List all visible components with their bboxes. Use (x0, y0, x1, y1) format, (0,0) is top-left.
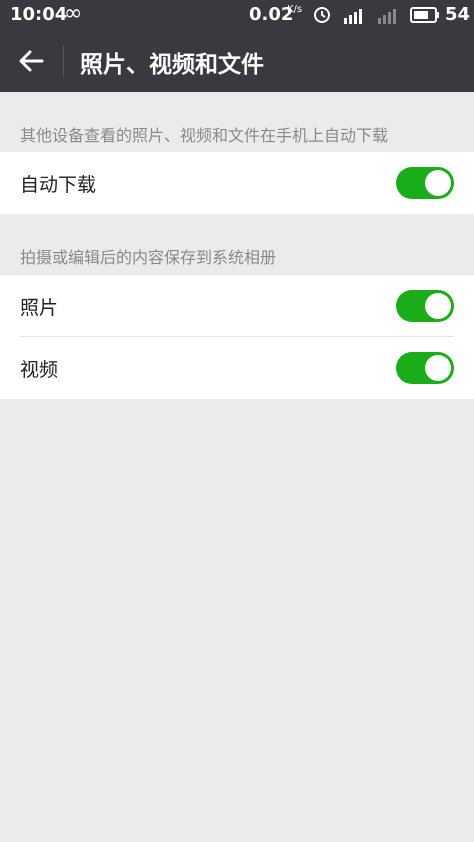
section-header-save-to-album: 拍摄或编辑后的内容保存到系统相册 (20, 248, 277, 267)
toggle-knob (425, 355, 451, 381)
network-speed-unit: K/s (287, 4, 303, 15)
row-label: 视频 (20, 359, 59, 381)
page-title: 照片、视频和文件 (80, 52, 264, 78)
infinity-icon: ∞ (64, 1, 83, 26)
status-bar: 10:04 ∞ 0.02 K/s 54 (0, 0, 474, 30)
row-label: 自动下载 (20, 174, 97, 196)
alarm-icon (314, 7, 330, 23)
section-header-auto-download: 其他设备查看的照片、视频和文件在手机上自动下载 (20, 126, 389, 145)
status-time: 10:04 (10, 4, 68, 25)
row-label: 照片 (20, 297, 59, 319)
settings-row-photos[interactable]: 照片 (0, 275, 474, 337)
battery-level: 54 (445, 4, 471, 25)
toggle-knob (425, 293, 451, 319)
battery-icon (410, 7, 439, 23)
videos-toggle[interactable] (396, 352, 454, 384)
title-bar: 照片、视频和文件 (0, 30, 474, 92)
auto-download-toggle[interactable] (396, 167, 454, 199)
back-arrow-icon[interactable] (16, 46, 48, 76)
settings-row-videos[interactable]: 视频 (0, 337, 474, 399)
settings-row-auto-download[interactable]: 自动下载 (0, 152, 474, 214)
signal-4g-icon (344, 9, 362, 24)
signal-icon (378, 9, 396, 24)
photos-toggle[interactable] (396, 290, 454, 322)
title-divider (63, 45, 64, 77)
toggle-knob (425, 170, 451, 196)
